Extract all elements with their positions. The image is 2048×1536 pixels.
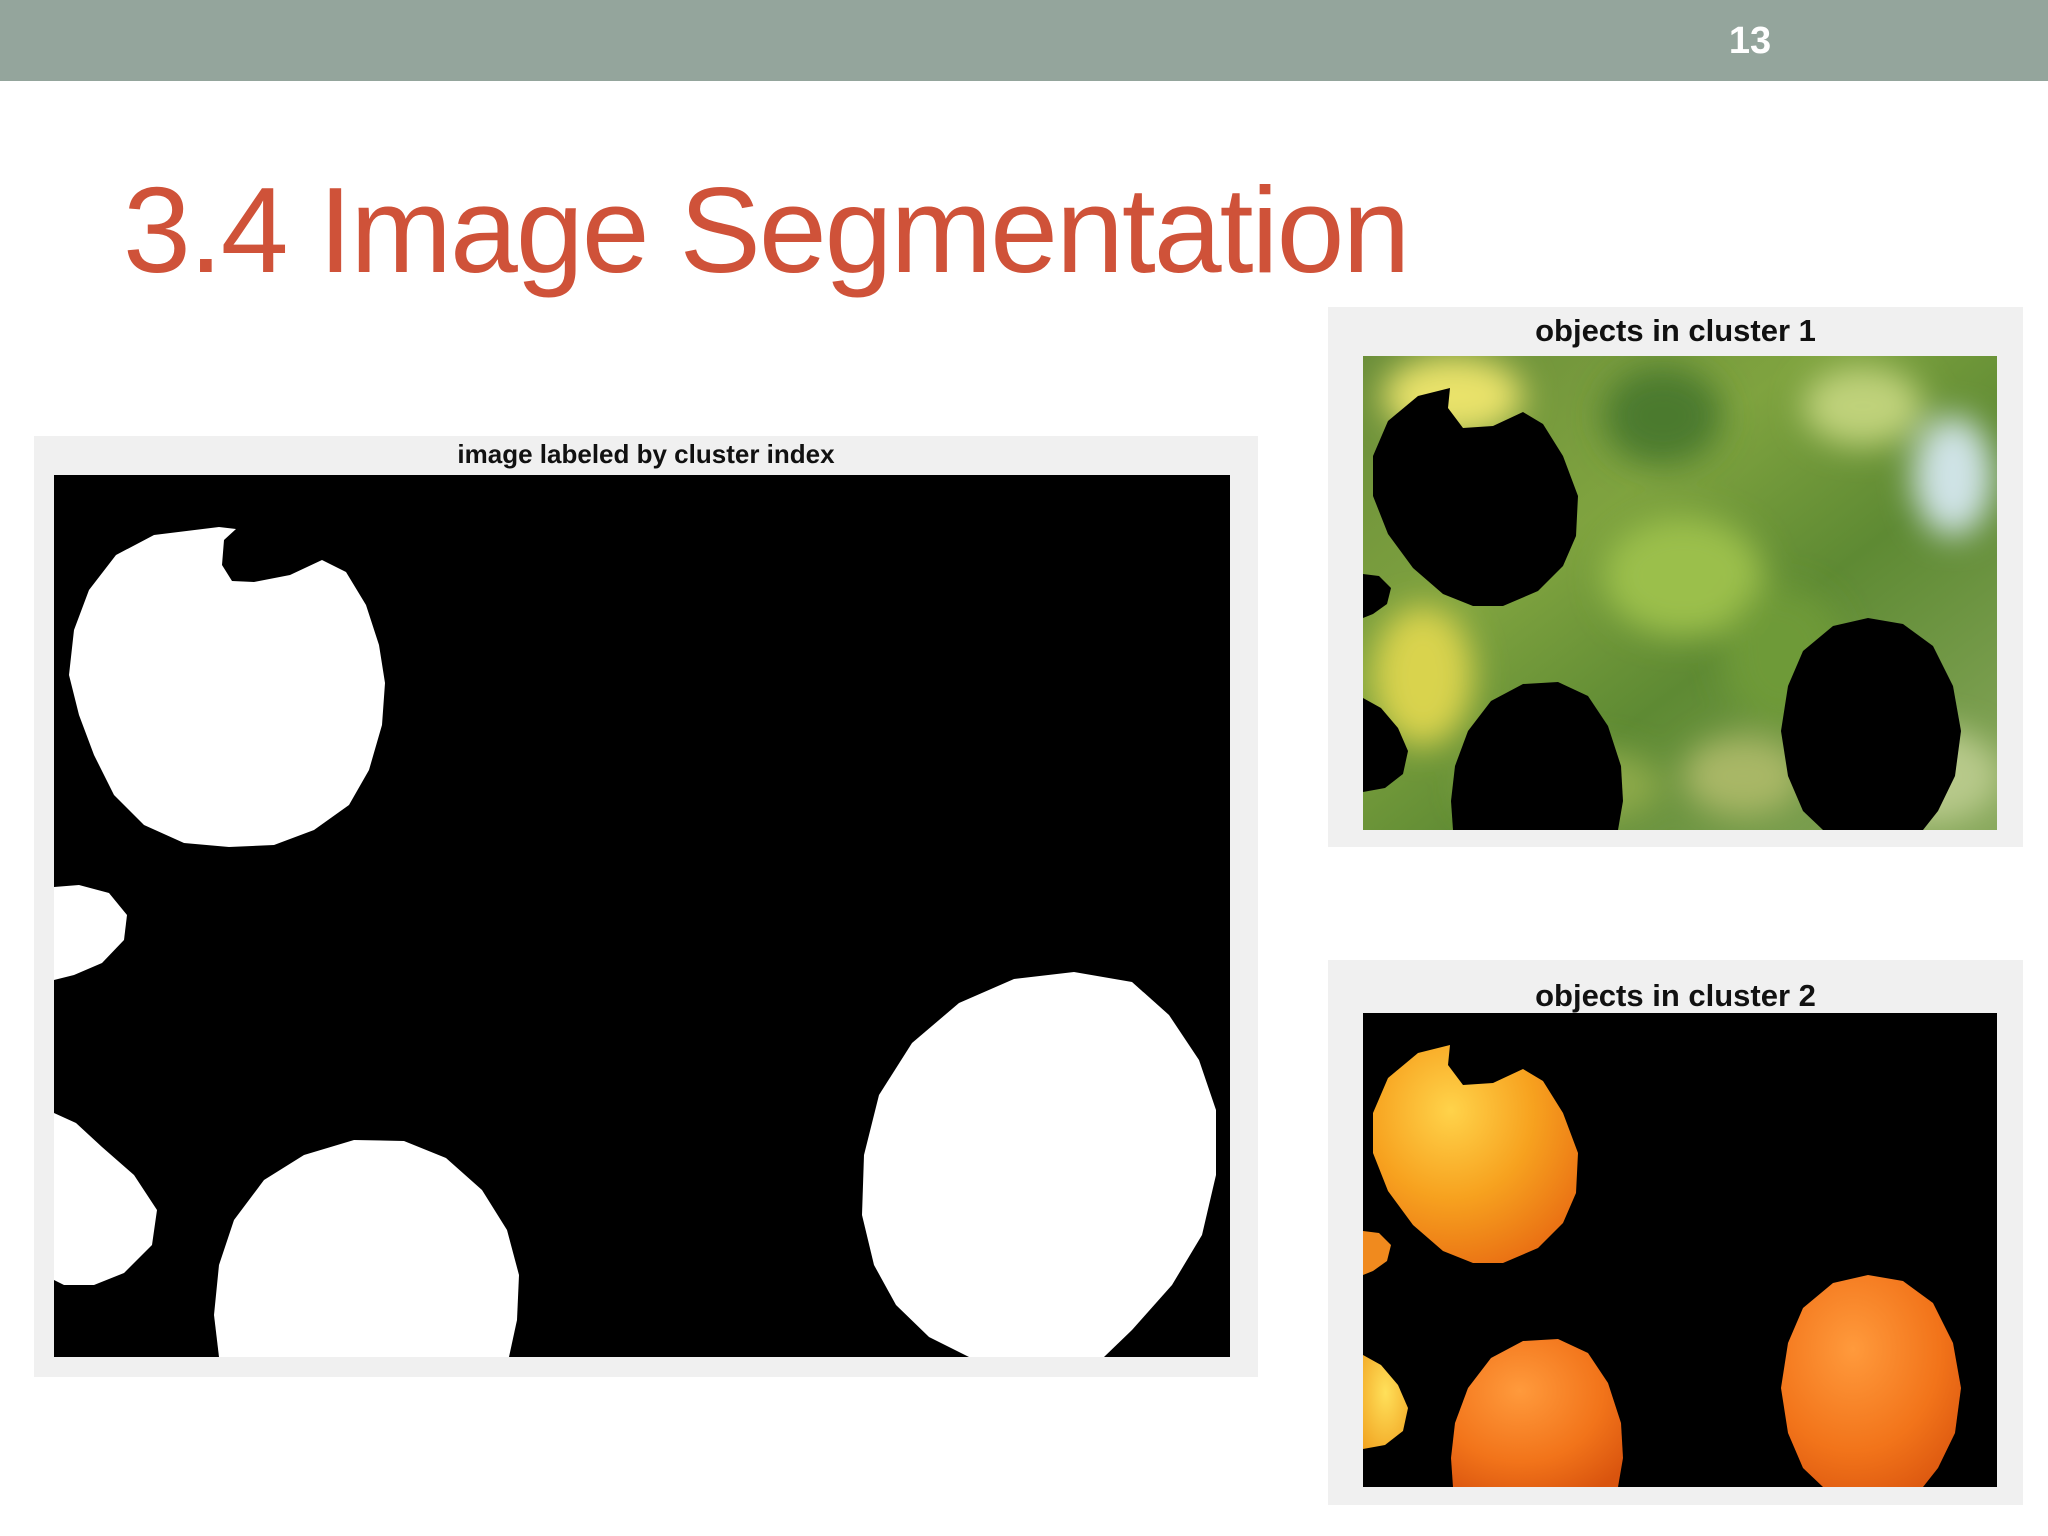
cluster1-image [1363, 356, 1997, 830]
slide: 13 3.4 Image Segmentation image labeled … [0, 0, 2048, 1536]
labeled-image-figure: image labeled by cluster index [34, 436, 1258, 1377]
cluster2-image [1363, 1013, 1997, 1487]
slide-header-bar: 13 [0, 0, 2048, 81]
labeled-image [54, 475, 1230, 1357]
cluster1-title: objects in cluster 1 [1535, 313, 1816, 348]
slide-title: 3.4 Image Segmentation [123, 162, 1410, 298]
cluster2-figure: objects in cluster 2 [1328, 960, 2023, 1505]
slide-number: 13 [1728, 20, 1772, 62]
cluster1-figure: objects in cluster 1 [1328, 307, 2023, 847]
labeled-image-title: image labeled by cluster index [457, 439, 835, 469]
